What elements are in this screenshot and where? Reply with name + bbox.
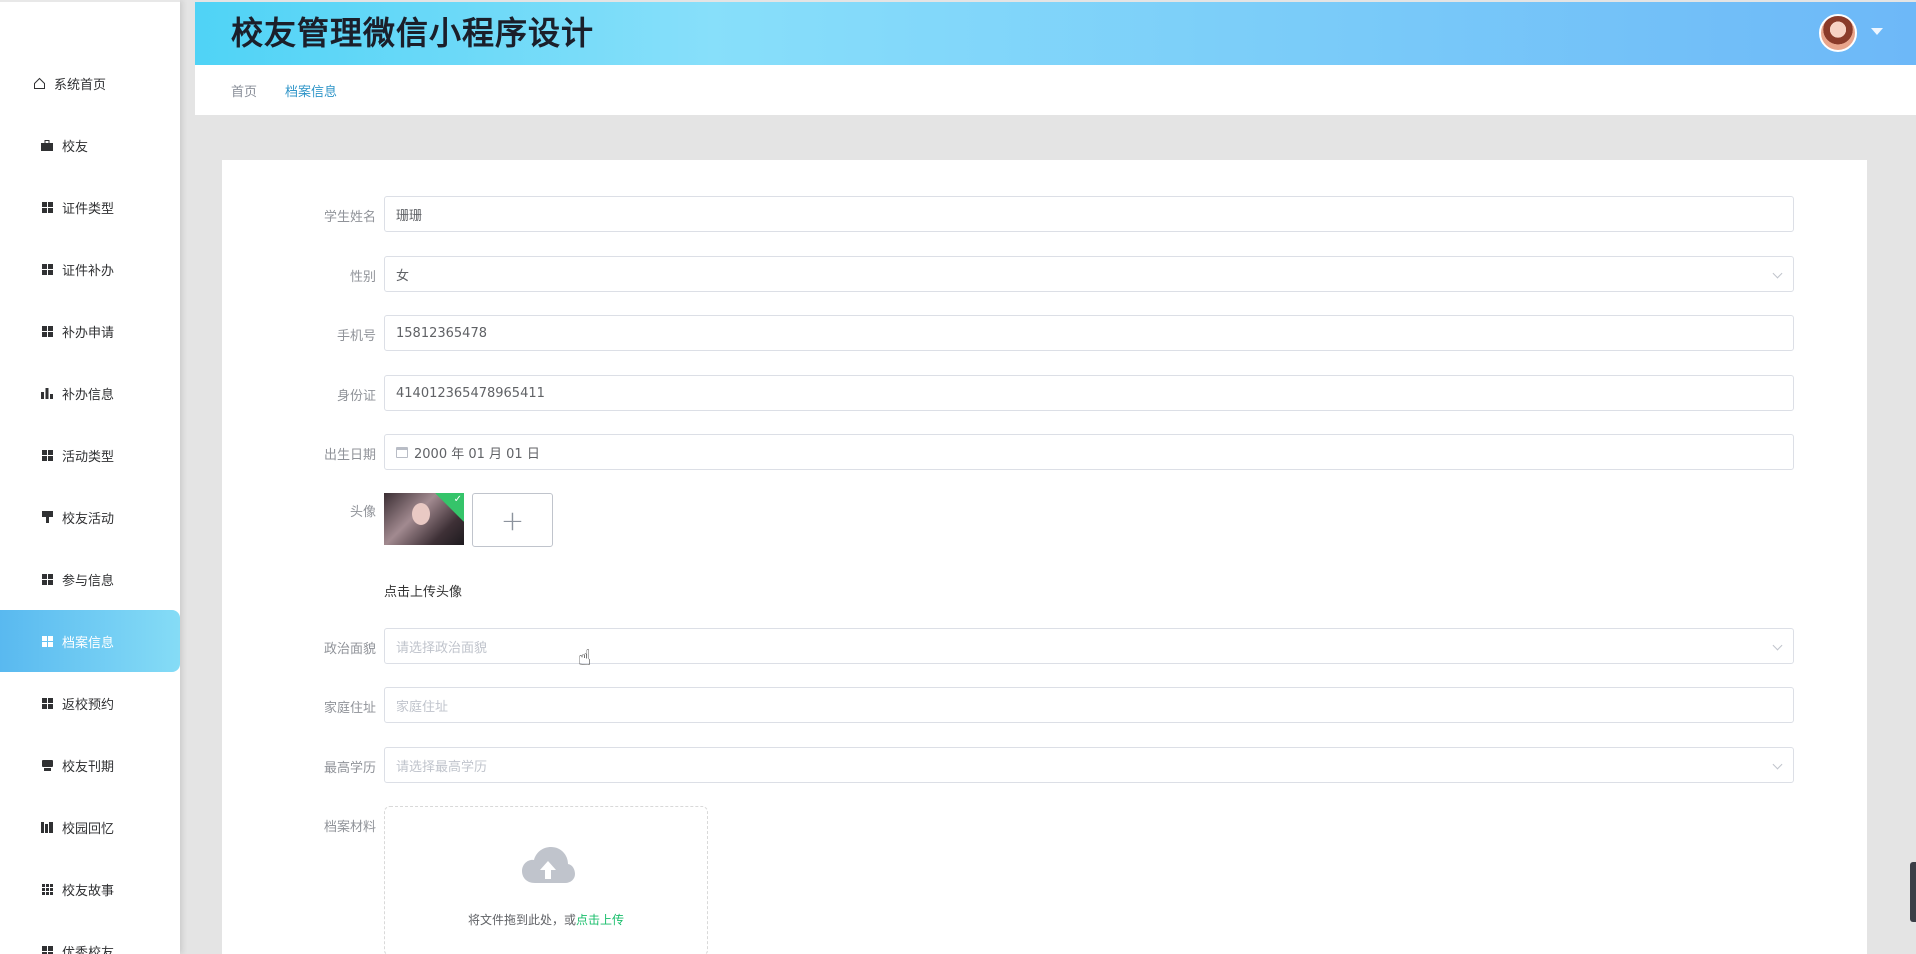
sidebar-item-activity-type[interactable]: 活动类型 bbox=[0, 424, 180, 486]
sidebar-menu: 系统首页 校友 证件类型 证件补办 补办申请 补办信息 活动类型 校友活动 参与… bbox=[0, 2, 180, 954]
sidebar-item-return-booking[interactable]: 返校预约 bbox=[0, 672, 180, 734]
avatar-upload-button[interactable]: + bbox=[472, 493, 553, 547]
sidebar-item-label: 校友活动 bbox=[62, 511, 115, 527]
sidebar-item-reissue-apply[interactable]: 补办申请 bbox=[0, 300, 180, 362]
sidebar-item-archive[interactable]: 档案信息 bbox=[0, 610, 180, 672]
grid-icon bbox=[38, 573, 56, 585]
chevron-down-icon bbox=[1772, 640, 1783, 651]
briefcase-icon bbox=[38, 139, 56, 151]
bar-chart-icon bbox=[38, 387, 56, 399]
dropzone-text: 将文件拖到此处，或点击上传 bbox=[385, 911, 707, 928]
library-icon bbox=[38, 821, 56, 833]
sidebar-item-cert-reissue[interactable]: 证件补办 bbox=[0, 238, 180, 300]
sidebar-item-home[interactable]: 系统首页 bbox=[0, 52, 180, 114]
gender-select-value: 女 bbox=[396, 268, 410, 284]
sidebar-item-label: 补办申请 bbox=[62, 325, 115, 341]
hand-cursor-icon: ☝ bbox=[578, 646, 592, 671]
student-name-input[interactable]: 珊珊 bbox=[384, 196, 1794, 232]
breadcrumb-home[interactable]: 首页 bbox=[231, 81, 257, 100]
grid-icon bbox=[38, 945, 56, 954]
field-label: 学生姓名 bbox=[323, 210, 376, 225]
field-label: 家庭住址 bbox=[323, 701, 376, 716]
sidebar-item-alumni-activity[interactable]: 校友活动 bbox=[0, 486, 180, 548]
dropzone-instruction: 将文件拖到此处，或 bbox=[467, 913, 576, 927]
education-select[interactable]: 请选择最高学历 bbox=[384, 747, 1794, 783]
user-avatar[interactable] bbox=[1819, 14, 1857, 52]
grid9-icon bbox=[38, 883, 56, 895]
sidebar-item-label: 返校预约 bbox=[62, 697, 115, 713]
stamp-icon bbox=[38, 511, 56, 523]
id-card-input[interactable]: 414012365478965411 bbox=[384, 375, 1794, 411]
avatar-thumbnail[interactable]: ✓ bbox=[384, 493, 464, 545]
field-label: 最高学历 bbox=[323, 761, 376, 776]
sidebar-item-label: 参与信息 bbox=[62, 573, 115, 589]
breadcrumb-current: 档案信息 bbox=[285, 84, 338, 100]
education-select-placeholder: 请选择最高学历 bbox=[396, 759, 488, 775]
chevron-down-icon[interactable] bbox=[1871, 28, 1883, 35]
sidebar-item-label: 校友 bbox=[62, 139, 89, 155]
gender-select[interactable]: 女 bbox=[384, 256, 1794, 292]
chevron-down-icon bbox=[1772, 268, 1783, 279]
sidebar-item-participation[interactable]: 参与信息 bbox=[0, 548, 180, 610]
field-label: 政治面貌 bbox=[323, 642, 376, 657]
sidebar: 系统首页 校友 证件类型 证件补办 补办申请 补办信息 活动类型 校友活动 参与… bbox=[0, 0, 180, 954]
app-title: 校友管理微信小程序设计 bbox=[231, 14, 595, 52]
sidebar-item-journal[interactable]: 校友刊期 bbox=[0, 734, 180, 796]
sidebar-item-label: 证件补办 bbox=[62, 263, 115, 279]
side-drawer-handle[interactable] bbox=[1910, 862, 1916, 922]
chevron-down-icon bbox=[1772, 759, 1783, 770]
sidebar-item-label: 系统首页 bbox=[54, 77, 107, 93]
cloud-upload-icon bbox=[522, 847, 575, 883]
field-label: 头像 bbox=[349, 505, 376, 520]
home-icon bbox=[30, 77, 48, 90]
avatar-upload-hint[interactable]: 点击上传头像 bbox=[384, 581, 462, 600]
birthday-date-picker[interactable]: 2000 年 01 月 01 日 bbox=[384, 434, 1794, 470]
sidebar-item-label: 校园回忆 bbox=[62, 821, 115, 837]
address-input[interactable]: 家庭住址 bbox=[384, 687, 1794, 723]
grid-icon bbox=[38, 635, 56, 647]
avatar-photo-face bbox=[412, 503, 430, 525]
top-header: 校友管理微信小程序设计 bbox=[195, 2, 1916, 65]
sidebar-item-label: 证件类型 bbox=[62, 201, 115, 217]
politics-select-placeholder: 请选择政治面貌 bbox=[396, 640, 488, 656]
sidebar-item-label: 档案信息 bbox=[62, 635, 115, 651]
sidebar-item-cert-type[interactable]: 证件类型 bbox=[0, 176, 180, 238]
field-label: 身份证 bbox=[336, 389, 376, 404]
politics-select[interactable]: 请选择政治面貌 bbox=[384, 628, 1794, 664]
sidebar-item-memories[interactable]: 校园回忆 bbox=[0, 796, 180, 858]
sidebar-item-label: 活动类型 bbox=[62, 449, 115, 465]
check-icon: ✓ bbox=[453, 494, 462, 505]
sidebar-item-label: 优秀校友 bbox=[62, 945, 115, 954]
archive-form-card: 学生姓名 珊珊 性别 女 手机号 15812365478 身份证 4140123… bbox=[222, 160, 1867, 954]
grid-icon bbox=[38, 697, 56, 709]
field-label: 档案材料 bbox=[323, 820, 376, 835]
birthday-value: 2000 年 01 月 01 日 bbox=[414, 446, 540, 462]
click-upload-link[interactable]: 点击上传 bbox=[576, 913, 624, 927]
breadcrumb: 首页 档案信息 bbox=[195, 65, 1916, 115]
plus-icon: + bbox=[500, 503, 525, 537]
sidebar-item-label: 补办信息 bbox=[62, 387, 115, 403]
grid-icon bbox=[38, 449, 56, 461]
sidebar-item-alumni[interactable]: 校友 bbox=[0, 114, 180, 176]
file-dropzone[interactable]: 将文件拖到此处，或点击上传 bbox=[384, 806, 708, 954]
sidebar-item-stories[interactable]: 校友故事 bbox=[0, 858, 180, 920]
sidebar-item-label: 校友故事 bbox=[62, 883, 115, 899]
sidebar-item-label: 校友刊期 bbox=[62, 759, 115, 775]
calendar-icon bbox=[396, 446, 408, 458]
field-label: 性别 bbox=[349, 270, 376, 285]
sidebar-item-outstanding[interactable]: 优秀校友 bbox=[0, 920, 180, 954]
field-label: 出生日期 bbox=[323, 448, 376, 463]
grid-icon bbox=[38, 325, 56, 337]
grid-icon bbox=[38, 263, 56, 275]
print-icon bbox=[38, 759, 56, 771]
field-label: 手机号 bbox=[336, 329, 376, 344]
phone-input[interactable]: 15812365478 bbox=[384, 315, 1794, 351]
grid-icon bbox=[38, 201, 56, 213]
sidebar-item-reissue-info[interactable]: 补办信息 bbox=[0, 362, 180, 424]
